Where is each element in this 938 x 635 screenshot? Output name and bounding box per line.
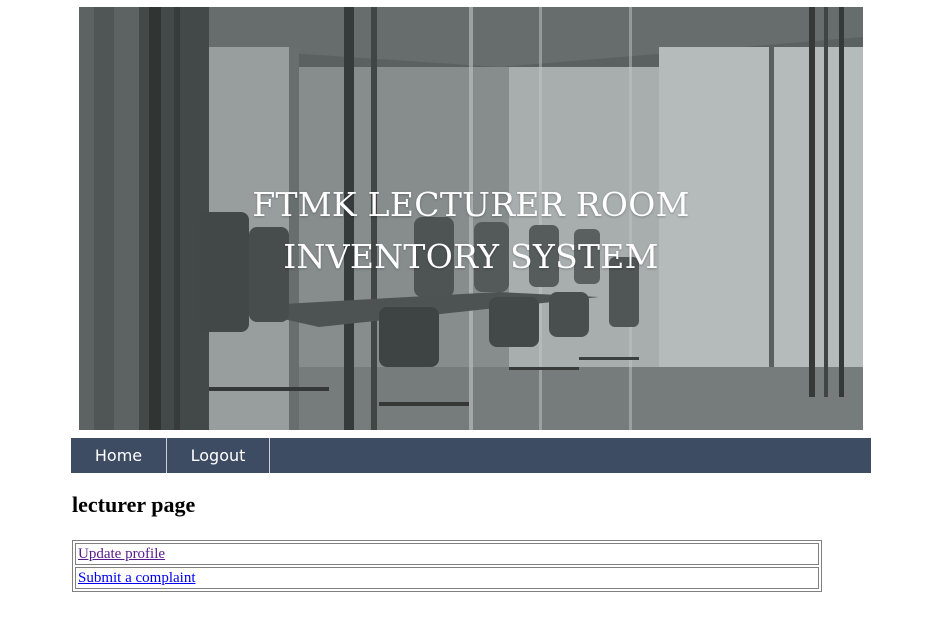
banner-title: FTMK LECTURER ROOM INVENTORY SYSTEM [79,179,863,283]
nav-logout-link[interactable]: Logout [167,438,270,473]
page-title: lecturer page [72,492,196,517]
nav-home-link[interactable]: Home [71,438,167,473]
nav-bar: Home Logout [71,438,871,473]
table-cell: Update profile [75,543,819,565]
table-row: Update profile [75,543,819,565]
update-profile-link[interactable]: Update profile [78,546,165,562]
links-table: Update profile Submit a complaint [72,540,822,592]
banner-title-line-1: FTMK LECTURER ROOM [252,185,690,224]
header-banner: FTMK LECTURER ROOM INVENTORY SYSTEM [79,7,863,430]
table-row: Submit a complaint [75,567,819,589]
table-cell: Submit a complaint [75,567,819,589]
submit-complaint-link[interactable]: Submit a complaint [78,570,196,586]
banner-title-line-2: INVENTORY SYSTEM [283,237,659,276]
